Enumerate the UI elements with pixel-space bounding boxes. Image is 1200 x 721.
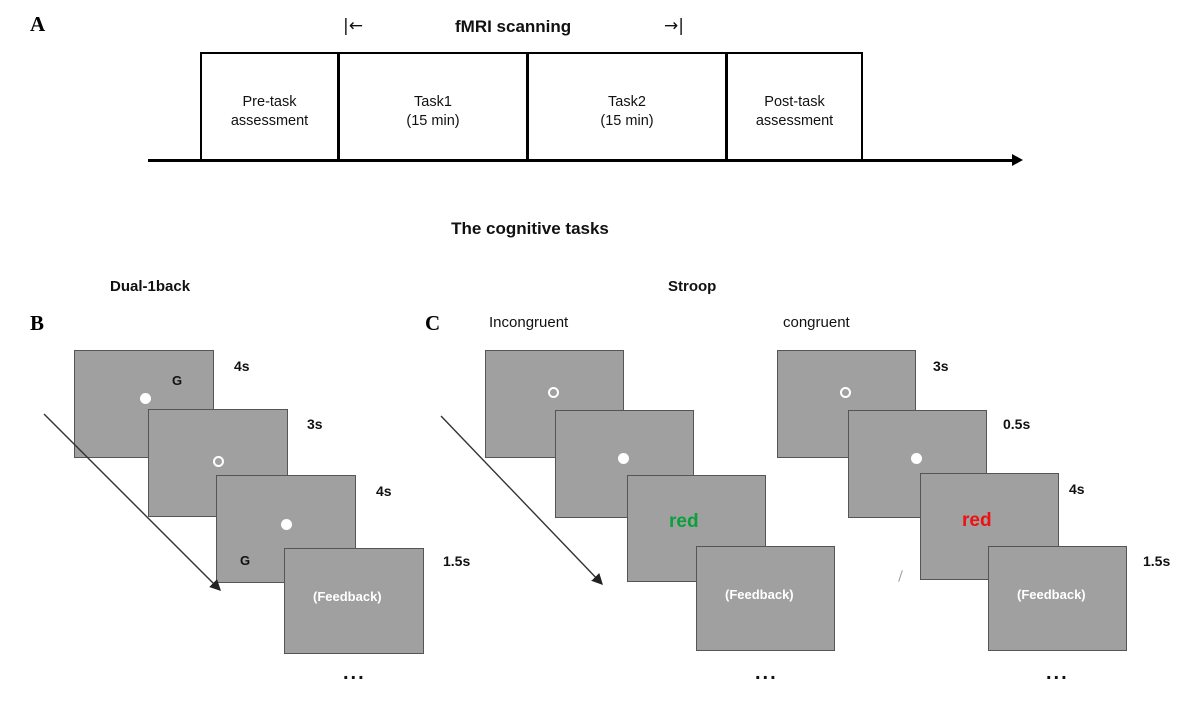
timeline-block-task2-line2: (15 min) <box>600 113 654 129</box>
stroop-flow-arrow <box>440 415 603 586</box>
fmri-scanning-label: fMRI scanning <box>455 17 572 36</box>
timeline-axis-line <box>148 159 1014 162</box>
stroop-congruent-feedback-text: (Feedback) <box>1017 587 1086 602</box>
timeline-block-post-task-line2: assessment <box>755 113 834 129</box>
timeline-block-task2-line1: Task2 <box>608 93 646 110</box>
stroop-congruent-screen-1-fixation-ring <box>840 387 851 398</box>
dual1back-screen-4-feedback: (Feedback) <box>284 548 424 654</box>
bracket-left-arm: |← <box>343 16 363 36</box>
timeline-block-task1-text: Task1 (15 min) <box>406 83 459 131</box>
timeline-block-task2-text: Task2 (15 min) <box>600 83 653 131</box>
timeline-block-pre-task-text: Pre-task assessment <box>231 83 308 131</box>
stroop-congruent-word: red <box>962 510 992 531</box>
dual1back-screen-1-fixation-dot <box>140 393 151 404</box>
dual1back-screen-3-fixation-dot <box>281 519 292 530</box>
stroop-congruent-screen-4-feedback: (Feedback) <box>988 546 1127 651</box>
stroop-incongruent-screen-2-cue-dot <box>618 453 629 464</box>
task-name-dual-1back: Dual-1back <box>110 278 191 295</box>
panel-letter-a: A <box>30 12 46 36</box>
stroop-incongruent-screen-1-fixation-ring <box>548 387 559 398</box>
stroop-duration-word: 4s <box>1069 481 1085 497</box>
dual1back-flow-arrow <box>43 413 221 591</box>
condition-label-incongruent: Incongruent <box>489 314 569 331</box>
stroop-duration-feedback: 1.5s <box>1143 553 1171 569</box>
section-title-cognitive-tasks: The cognitive tasks <box>451 219 609 238</box>
stroop-congruent-ellipsis: ... <box>1046 662 1069 684</box>
dual1back-screen-3-letter: G <box>240 553 251 568</box>
stroop-incongruent-word: red <box>669 511 699 532</box>
stroop-duration-cue: 0.5s <box>1003 416 1031 432</box>
timeline-block-pre-task-line1: Pre-task <box>242 93 297 110</box>
dual1back-feedback-text: (Feedback) <box>313 589 382 604</box>
timeline-block-post-task-line1: Post-task <box>764 93 825 110</box>
stroop-congruent-screen-2-cue-dot <box>911 453 922 464</box>
timeline-block-post-task-text: Post-task assessment <box>756 83 833 131</box>
panel-letter-c: C <box>425 311 441 335</box>
dual1back-screen-1-letter: G <box>172 373 183 388</box>
figure-canvas: A |← fMRI scanning →| Pre-task assessmen… <box>0 0 1200 721</box>
timeline-block-pre-task-line2: assessment <box>230 113 309 129</box>
bracket-right-arm: →| <box>664 16 684 36</box>
dual1back-duration-2: 3s <box>307 416 323 432</box>
scan-artifact-tick <box>898 570 903 582</box>
timeline-axis-arrowhead <box>1012 154 1023 166</box>
timeline-block-task1: Task1 (15 min) <box>338 52 528 162</box>
dual1back-duration-1: 4s <box>234 358 250 374</box>
timeline-block-post-task: Post-task assessment <box>726 52 863 162</box>
panel-letter-b: B <box>30 311 45 335</box>
timeline-block-pre-task: Pre-task assessment <box>200 52 339 162</box>
dual1back-ellipsis: ... <box>343 662 366 684</box>
timeline-block-task1-line2: (15 min) <box>406 113 460 129</box>
timeline-block-task2: Task2 (15 min) <box>527 52 727 162</box>
stroop-incongruent-screen-4-feedback: (Feedback) <box>696 546 835 651</box>
stroop-incongruent-feedback-text: (Feedback) <box>725 587 794 602</box>
dual1back-duration-3: 4s <box>376 483 392 499</box>
stroop-duration-fixation: 3s <box>933 358 949 374</box>
stroop-incongruent-ellipsis: ... <box>755 662 778 684</box>
condition-label-congruent: congruent <box>783 314 850 331</box>
task-name-stroop: Stroop <box>668 278 717 295</box>
timeline-block-task1-line1: Task1 <box>414 93 452 110</box>
